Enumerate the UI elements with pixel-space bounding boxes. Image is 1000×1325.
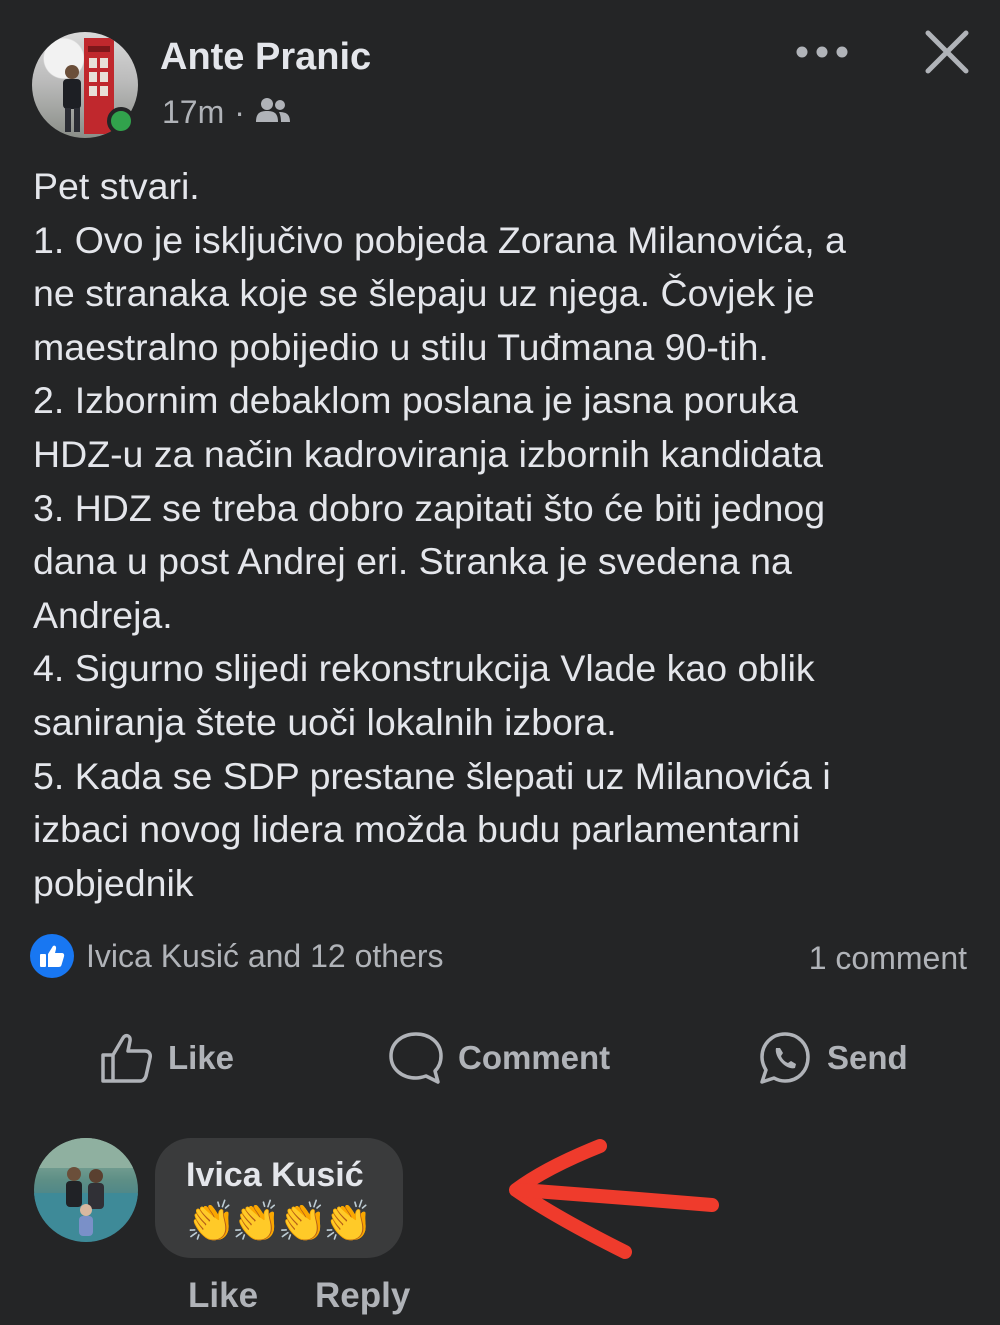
post-line: Andreja. — [33, 593, 173, 636]
post-line: 5. Kada se SDP prestane šlepati uz Milan… — [33, 754, 831, 797]
close-button[interactable] — [915, 20, 979, 84]
post-line: 2. Izbornim debaklom poslana je jasna po… — [33, 379, 799, 422]
like-button-label: Like — [168, 1039, 235, 1076]
post-author-name[interactable]: Ante Pranic — [160, 36, 371, 79]
more-dots-icon — [796, 46, 848, 58]
comment-text: 👏👏👏👏 — [186, 1200, 373, 1244]
thumbs-up-icon — [101, 1033, 152, 1083]
post-line: pobjednik — [33, 861, 194, 904]
comment-reply-button[interactable]: Reply — [315, 1276, 410, 1316]
comment-count[interactable]: 1 comment — [809, 940, 967, 977]
post-line: HDZ-u za način kadroviranja izbornih kan… — [33, 432, 823, 475]
send-button-label: Send — [827, 1039, 908, 1076]
comment-like-button[interactable]: Like — [188, 1276, 258, 1316]
post-line: 3. HDZ se treba dobro zapitati što će bi… — [33, 486, 826, 529]
more-options-button[interactable] — [790, 30, 854, 74]
post-meta: 17m · — [162, 94, 291, 131]
reactions-summary[interactable]: Ivica Kusić and 12 others — [30, 934, 444, 978]
post-line: saniranja štete uoči lokalnih izbora. — [33, 700, 617, 743]
close-icon — [925, 30, 969, 74]
post-line: Pet stvari. — [33, 165, 200, 207]
post-line: maestralno pobijedio u stilu Tuđmana 90-… — [33, 325, 769, 368]
post-text: Pet stvari. 1. Ovo je isključivo pobjeda… — [33, 160, 983, 910]
meta-separator: · — [234, 94, 245, 130]
post-line: ne stranaka koje se šlepaju uz njega. Čo… — [33, 272, 815, 315]
comment-author-name[interactable]: Ivica Kusić — [186, 1156, 364, 1195]
comment-button[interactable]: Comment — [388, 1026, 610, 1090]
reactions-text: Ivica Kusić and 12 others — [86, 937, 444, 974]
post-line: 1. Ovo je isključivo pobjeda Zorana Mila… — [33, 218, 846, 261]
post-time[interactable]: 17m — [162, 94, 224, 131]
commenter-photo — [34, 1138, 138, 1242]
commenter-avatar[interactable] — [34, 1138, 138, 1242]
post-line: izbaci novog lidera možda budu parlament… — [33, 808, 801, 851]
send-button[interactable]: Send — [757, 1026, 908, 1090]
post-line: dana u post Andrej eri. Stranka je svede… — [33, 540, 792, 583]
whatsapp-icon — [760, 1032, 810, 1084]
like-button[interactable]: Like — [100, 1026, 234, 1090]
comment-button-label: Comment — [458, 1039, 611, 1076]
post-line: 4. Sigurno slijedi rekonstrukcija Vlade … — [33, 647, 815, 690]
like-reaction-icon — [30, 934, 74, 978]
online-status-dot — [107, 107, 135, 135]
comment-icon — [389, 1032, 443, 1084]
friends-icon — [255, 94, 291, 131]
